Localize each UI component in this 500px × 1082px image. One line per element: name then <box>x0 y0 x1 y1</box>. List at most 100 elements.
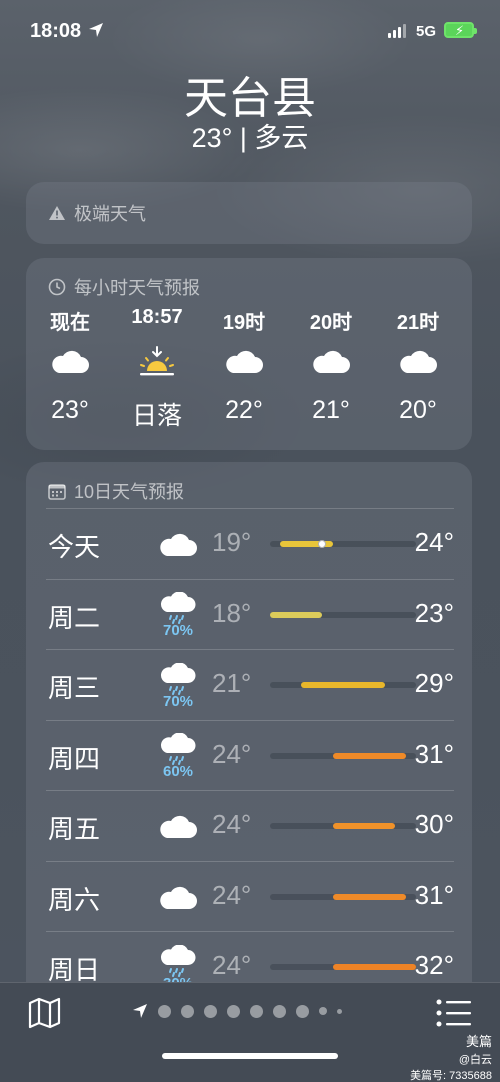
page-dot[interactable] <box>181 1004 194 1018</box>
page-dot[interactable] <box>319 1007 327 1015</box>
hourly-time: 21时 <box>396 312 440 334</box>
temp-range-bar <box>270 752 416 759</box>
hourly-forecast-title: 每小时天气预报 <box>48 274 200 300</box>
ten-day-forecast-label: 10日天气预报 <box>74 482 185 502</box>
temp-range-bar <box>270 611 416 618</box>
day-icon-wrap: 70% <box>156 588 200 644</box>
temp-range-fill <box>332 752 406 759</box>
day-low-temp: 24° <box>212 950 252 980</box>
cloud-icon <box>313 350 350 373</box>
hourly-temp: 日落 <box>131 402 182 430</box>
day-high-temp: 23° <box>414 597 454 628</box>
watermark-brand: 美篇 <box>465 1034 492 1049</box>
cloud-icon <box>160 886 197 909</box>
bottom-toolbar: 美篇 @白云 美篇号: 7335688 <box>0 982 500 1082</box>
hourly-icon-wrap <box>378 332 458 392</box>
hourly-item: 20时 21° <box>291 306 371 425</box>
hourly-icon-wrap <box>117 332 197 392</box>
hourly-time: 现在 <box>50 312 90 334</box>
severe-weather-title: 极端天气 <box>48 200 146 226</box>
day-name: 周二 <box>48 602 101 633</box>
hourly-item: 现在 23° <box>30 306 110 425</box>
warning-triangle-icon <box>49 206 65 220</box>
forecast-day-row[interactable]: 今天 19° 24° <box>46 508 454 578</box>
page-dot[interactable] <box>296 1004 309 1018</box>
home-indicator[interactable] <box>162 1053 338 1059</box>
rain-cloud-icon <box>161 662 196 695</box>
rain-cloud-icon <box>161 592 196 624</box>
location-arrow-icon <box>89 23 103 37</box>
cellular-signal-icon <box>388 24 406 38</box>
day-low-temp: 21° <box>212 668 252 698</box>
page-dot[interactable] <box>158 1004 171 1018</box>
temp-range-fill <box>332 893 406 900</box>
temp-range-fill <box>332 964 416 970</box>
cloud-icon <box>160 815 197 838</box>
day-high-temp: 31° <box>414 738 454 769</box>
temp-range-fill <box>332 823 396 829</box>
day-icon-wrap: 70% <box>156 658 200 714</box>
status-bar: 18:08 5G ⚡ <box>0 0 500 60</box>
page-dot[interactable] <box>227 1004 240 1018</box>
status-time: 18:08 <box>30 20 82 42</box>
hourly-time: 19时 <box>222 312 266 334</box>
forecast-day-row[interactable]: 周三 70% 21° 29° <box>46 649 454 719</box>
clock-icon <box>48 278 66 296</box>
precip-chance: 60% <box>162 763 194 780</box>
page-dot[interactable] <box>204 1004 217 1018</box>
ten-day-forecast-title: 10日天气预报 <box>48 478 184 504</box>
cloud-icon <box>52 350 89 373</box>
sunset-icon <box>140 346 174 376</box>
network-type: 5G <box>416 23 437 40</box>
page-dot[interactable] <box>250 1004 263 1018</box>
temp-range-fill <box>301 682 385 688</box>
forecast-day-row[interactable]: 周五 24° 30° <box>46 790 454 860</box>
current-summary: 23° | 多云 <box>191 123 309 153</box>
page-indicator[interactable] <box>132 1003 342 1019</box>
forecast-day-row[interactable]: 周六 24° 31° <box>46 860 454 931</box>
day-icon-wrap: 60% <box>156 729 200 785</box>
battery-charging-icon: ⚡ <box>444 22 477 38</box>
city-list-icon[interactable] <box>436 999 472 1027</box>
calendar-icon <box>48 483 66 500</box>
temp-range-bar <box>270 893 416 900</box>
hourly-temp: 22° <box>225 396 263 424</box>
day-low-temp: 18° <box>212 597 252 628</box>
hourly-icon-wrap <box>204 332 284 392</box>
day-low-temp: 19° <box>212 527 252 557</box>
hourly-time: 18:57 <box>131 306 183 328</box>
map-icon[interactable] <box>28 997 62 1029</box>
day-high-temp: 30° <box>414 809 454 839</box>
hourly-temp: 23° <box>51 396 89 424</box>
day-icon-wrap <box>156 799 200 855</box>
day-high-temp: 29° <box>414 668 454 698</box>
hourly-temp: 21° <box>312 396 350 424</box>
watermark-author: @白云 <box>458 1054 492 1066</box>
hourly-item: 21时 20° <box>378 306 458 425</box>
severe-weather-card[interactable]: 极端天气 <box>26 182 472 244</box>
hourly-item: 18:57 日落 <box>117 306 197 432</box>
day-icon-wrap <box>156 517 200 573</box>
cloud-icon <box>400 350 437 373</box>
day-name: 今天 <box>48 532 101 562</box>
forecast-day-row[interactable]: 周四 60% 24° 31° <box>46 719 454 790</box>
watermark-id: 美篇号: 7335688 <box>410 1070 492 1082</box>
day-name: 周四 <box>48 743 101 774</box>
ten-day-forecast-card[interactable]: 10日天气预报 今天 19° 24° 周二 70% 18° 23° 周三 70% 21° 29° 周四… <box>26 462 472 1022</box>
day-name: 周五 <box>48 814 101 844</box>
hourly-icon-wrap <box>30 332 110 392</box>
hourly-forecast-card[interactable]: 每小时天气预报 现在 23° 18:57 日落 19时 22° 20时 21° 21时 20° <box>26 258 472 450</box>
rain-cloud-icon <box>161 733 196 765</box>
current-location-icon[interactable] <box>132 1003 148 1019</box>
day-icon-wrap <box>156 870 200 926</box>
day-name: 周三 <box>48 673 101 703</box>
page-dot[interactable] <box>273 1004 286 1018</box>
temp-range-bar <box>270 964 416 970</box>
temp-range-bar <box>270 823 416 829</box>
hourly-icon-wrap <box>291 332 371 392</box>
precip-chance: 70% <box>162 692 194 710</box>
forecast-day-row[interactable]: 周二 70% 18° 23° <box>46 578 454 649</box>
day-high-temp: 31° <box>414 879 454 910</box>
page-dot[interactable] <box>337 1008 342 1014</box>
hourly-item: 19时 22° <box>204 306 284 425</box>
